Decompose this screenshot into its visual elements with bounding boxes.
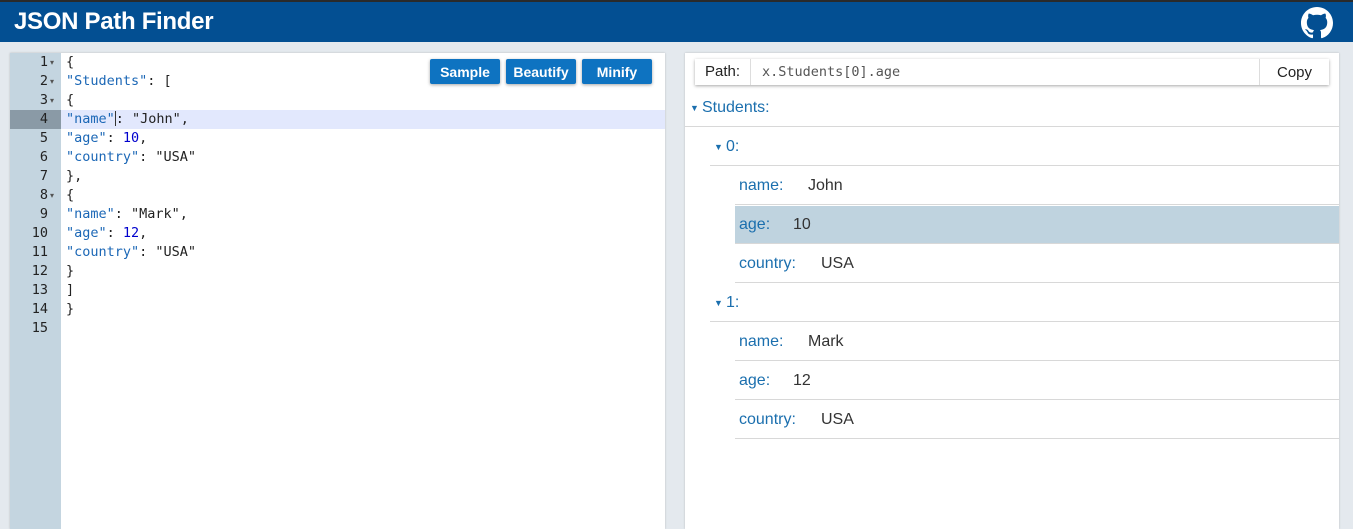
tree-key: name: (739, 333, 784, 350)
code-text: } (66, 263, 75, 279)
tree-value: USA (821, 411, 854, 428)
copy-button[interactable]: Copy (1259, 59, 1329, 85)
editor-line[interactable]: 6 "country": "USA" (10, 148, 665, 167)
line-number: 14 (31, 301, 48, 317)
minify-button[interactable]: Minify (582, 59, 652, 84)
line-number: 11 (31, 244, 48, 260)
tree-node-students[interactable]: ▼ Students: (685, 89, 1339, 127)
path-label: Path: (695, 59, 751, 85)
fold-arrow-icon[interactable]: ▾ (50, 186, 54, 205)
editor-line[interactable]: 12 } (10, 262, 665, 281)
line-number: 4 (39, 111, 48, 127)
line-number: 1 (39, 54, 48, 70)
tree-key: age: (739, 216, 771, 233)
line-number: 12 (31, 263, 48, 279)
caret-down-icon[interactable]: ▼ (690, 89, 699, 127)
tree-leaf-country[interactable]: country: USA (735, 401, 1339, 439)
line-number: 8 (39, 187, 48, 203)
tree-key: country: (739, 411, 796, 428)
editor-line[interactable]: 14 } (10, 300, 665, 319)
line-number: 7 (39, 168, 48, 184)
tree-leaf-age-selected[interactable]: age: 10 (735, 206, 1339, 244)
line-number: 10 (31, 225, 48, 241)
tree-key: Students: (702, 99, 770, 116)
code-text: "name": "John", (66, 111, 189, 127)
line-number: 2 (39, 73, 48, 89)
tree-value: 10 (793, 216, 811, 233)
editor-line[interactable]: 11 "country": "USA" (10, 243, 665, 262)
tree-leaf-age[interactable]: age: 12 (735, 362, 1339, 400)
tree-leaf-country[interactable]: country: USA (735, 245, 1339, 283)
tree-key: 1: (726, 294, 740, 311)
tree-key: name: (739, 177, 784, 194)
line-number: 13 (31, 282, 48, 298)
github-icon[interactable] (1301, 7, 1333, 39)
code-text: "country": "USA" (66, 149, 197, 165)
editor-line[interactable]: 7 }, (10, 167, 665, 186)
code-text: { (66, 92, 75, 108)
tree-key: country: (739, 255, 796, 272)
page-scrollbar[interactable] (1341, 42, 1353, 529)
json-editor[interactable]: 1 ▾ { 2 ▾ "Students": [ 3 ▾ { 4 "name": … (10, 53, 665, 529)
editor-line[interactable]: 5 "age": 10, (10, 129, 665, 148)
tree-key: age: (739, 372, 771, 389)
code-text: "age": 12, (66, 225, 148, 241)
tree-value: John (808, 177, 843, 194)
app-header: JSON Path Finder (0, 0, 1353, 42)
caret-down-icon[interactable]: ▼ (714, 284, 723, 322)
editor-line[interactable]: 9 "name": "Mark", (10, 205, 665, 224)
editor-line[interactable]: 15 (10, 319, 665, 338)
code-text: { (66, 54, 75, 70)
code-text: "country": "USA" (66, 244, 197, 260)
sample-button[interactable]: Sample (430, 59, 500, 84)
tree-value: Mark (808, 333, 844, 350)
tree-node-index-0[interactable]: ▼ 0: (710, 128, 1339, 166)
line-number: 3 (39, 92, 48, 108)
code-text: "Students": [ (66, 73, 172, 89)
tree-value: USA (821, 255, 854, 272)
tree-node-index-1[interactable]: ▼ 1: (710, 284, 1339, 322)
tree-key: 0: (726, 138, 740, 155)
beautify-button[interactable]: Beautify (506, 59, 576, 84)
caret-down-icon[interactable]: ▼ (714, 128, 723, 166)
editor-line[interactable]: 13 ] (10, 281, 665, 300)
json-tree-panel: Path: Copy ▼ Students: ▼ 0: name: John a… (685, 53, 1339, 529)
code-text: ] (66, 282, 75, 298)
path-bar: Path: Copy (695, 59, 1329, 85)
code-text: { (66, 187, 75, 203)
code-text: "name": "Mark", (66, 206, 188, 222)
editor-line[interactable]: 3 ▾ { (10, 91, 665, 110)
code-text: "age": 10, (66, 130, 148, 146)
fold-arrow-icon[interactable]: ▾ (50, 53, 54, 72)
code-text: } (66, 301, 75, 317)
tree-value: 12 (793, 372, 811, 389)
fold-arrow-icon[interactable]: ▾ (50, 91, 54, 110)
line-number: 5 (39, 130, 48, 146)
line-number: 6 (39, 149, 48, 165)
editor-line[interactable]: 10 "age": 12, (10, 224, 665, 243)
editor-line[interactable]: 8 ▾ { (10, 186, 665, 205)
editor-line-active[interactable]: 4 "name": "John", (10, 110, 665, 129)
tree-leaf-name[interactable]: name: John (735, 167, 1339, 205)
tree-leaf-name[interactable]: name: Mark (735, 323, 1339, 361)
app-title: JSON Path Finder (14, 8, 214, 35)
code-text: }, (66, 168, 83, 184)
fold-arrow-icon[interactable]: ▾ (50, 72, 54, 91)
path-input[interactable] (752, 59, 1258, 85)
line-number: 15 (31, 320, 48, 336)
line-number: 9 (39, 206, 48, 222)
